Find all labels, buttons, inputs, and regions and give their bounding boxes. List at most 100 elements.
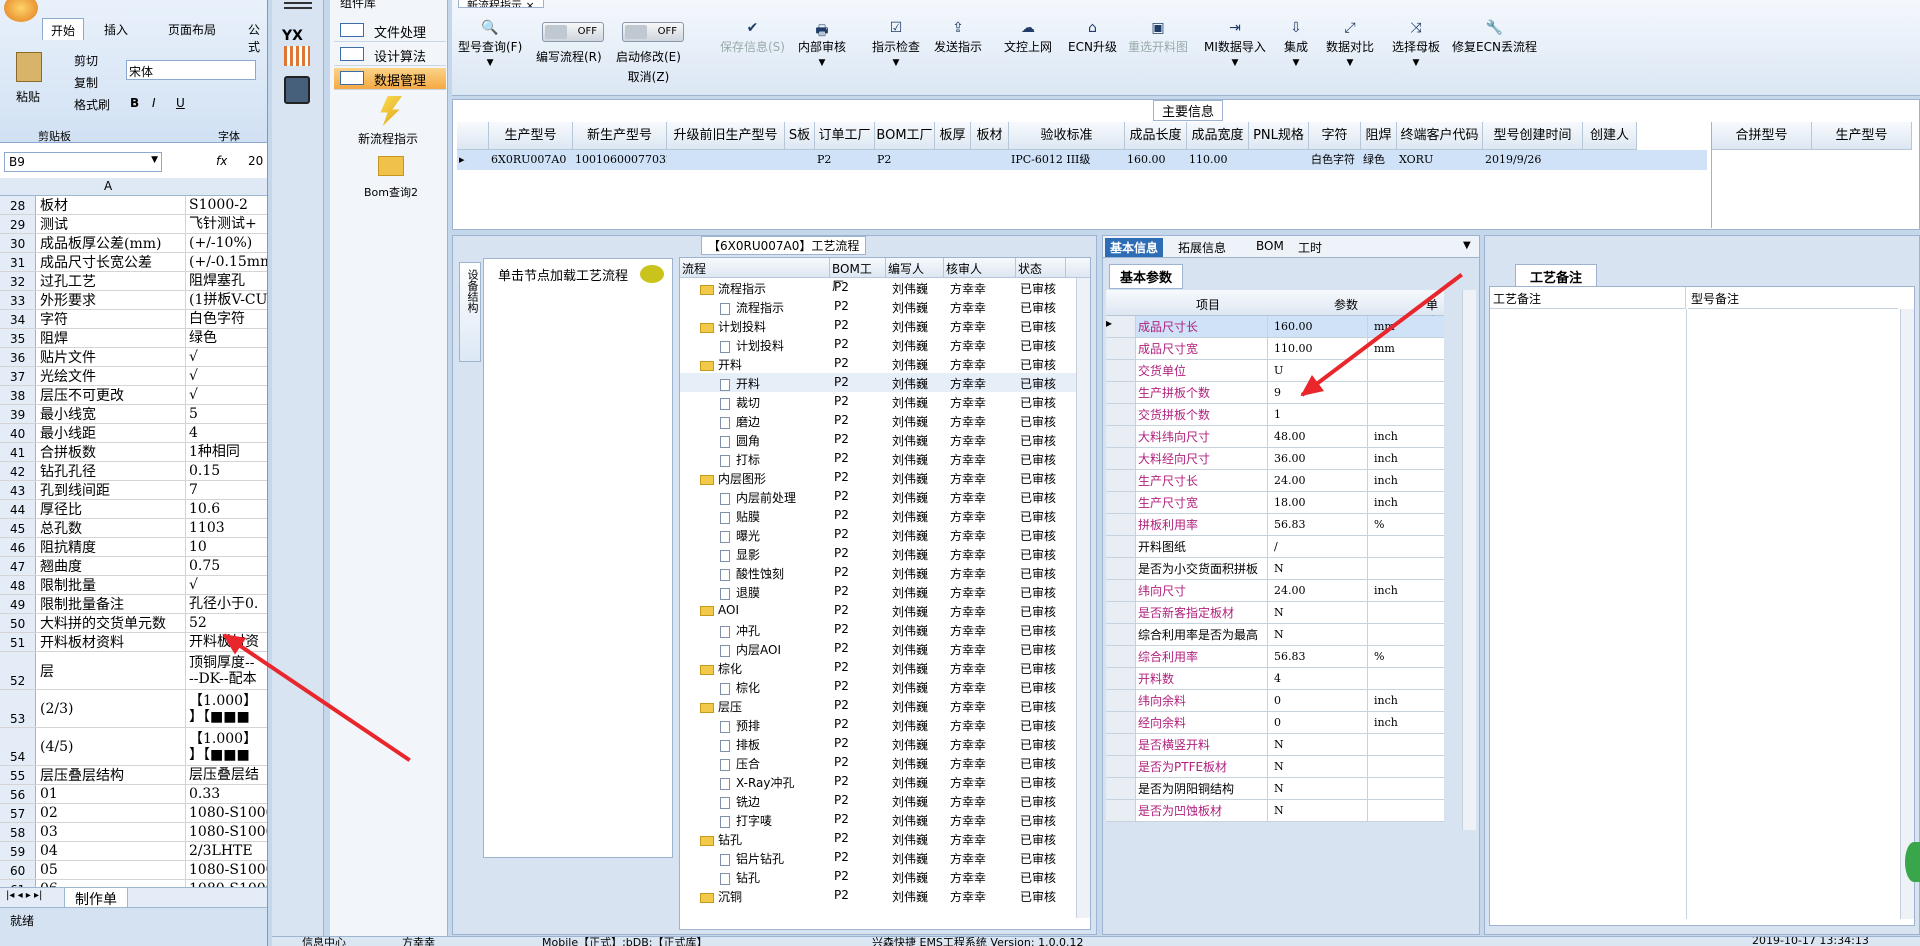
grid-cell[interactable]: 160.00 <box>1125 150 1187 170</box>
grid-header[interactable]: 成品长度 <box>1125 122 1187 150</box>
row-number[interactable]: 55 <box>0 766 36 784</box>
cell-a[interactable]: 开料板材资料 <box>38 633 186 651</box>
cell-b[interactable]: 1080-S1000 <box>188 804 267 822</box>
cell-b[interactable]: 5 <box>188 405 267 423</box>
combine-header[interactable]: 生产型号 <box>1812 122 1912 150</box>
cell-b[interactable]: 0.75 <box>188 557 267 575</box>
param-value[interactable]: 56.83 <box>1272 646 1368 667</box>
chevron-down-icon[interactable]: ▼ <box>1204 58 1266 68</box>
chevron-down-icon[interactable]: ▼ <box>1392 58 1440 68</box>
format-painter-button[interactable]: 格式刷 <box>74 96 110 113</box>
row-number[interactable]: 28 <box>0 196 36 214</box>
grid-cell[interactable] <box>1583 150 1637 170</box>
cell-b[interactable]: 飞针测试+ <box>188 215 267 233</box>
cell-b[interactable]: 0.33 <box>188 785 267 803</box>
calculator-icon[interactable] <box>284 76 310 104</box>
cell-a[interactable]: 阻焊 <box>38 329 186 347</box>
tree-header[interactable]: 核审人 <box>944 258 1016 277</box>
nav-item[interactable]: 文件处理 <box>334 20 446 42</box>
param-row[interactable]: 成品尺寸宽 110.00 mm <box>1106 338 1444 360</box>
tree-row[interactable]: AOI P2 刘伟巍 方幸幸 已审核 <box>680 601 1078 620</box>
row-number[interactable]: 59 <box>0 842 36 860</box>
grid-cell[interactable]: IPC-6012 III级 <box>1009 150 1125 170</box>
cell-b[interactable]: √ <box>188 348 267 366</box>
font-name-select[interactable]: 宋体 <box>126 60 256 80</box>
grid-header[interactable]: 字符 <box>1309 122 1361 150</box>
ribbon-tab[interactable]: 插入 <box>96 18 136 40</box>
row-number[interactable]: 38 <box>0 386 36 404</box>
grid-cell[interactable]: P2 <box>875 150 935 170</box>
tree-row[interactable]: 计划投料 P2 刘伟巍 方幸幸 已审核 <box>680 316 1078 335</box>
toolbar-button[interactable]: 🖶 内部审核 ▼ <box>798 20 846 68</box>
toolbar-button[interactable]: ⤢ 数据对比 ▼ <box>1326 20 1374 68</box>
toggle-switch[interactable]: OFF <box>542 22 604 42</box>
grid-header[interactable]: 板厚 <box>935 122 971 150</box>
param-col-header[interactable]: 参数 <box>1334 296 1358 313</box>
ribbon-tab[interactable]: 开始 <box>42 18 85 40</box>
tree-row[interactable]: 内层图形 P2 刘伟巍 方幸幸 已审核 <box>680 468 1078 487</box>
grid-header[interactable]: 终端客户代码 <box>1397 122 1483 150</box>
param-value[interactable]: 4 <box>1272 668 1368 689</box>
param-row[interactable]: 综合利用率是否为最高 N <box>1106 624 1444 646</box>
cell-b[interactable]: √ <box>188 367 267 385</box>
paste-button[interactable]: 粘贴 <box>16 88 40 105</box>
tree-row[interactable]: 铝片钻孔 P2 刘伟巍 方幸幸 已审核 <box>680 848 1078 867</box>
cell-b[interactable]: 1080-S1000 <box>188 823 267 841</box>
grid-header[interactable]: 阻焊 <box>1361 122 1397 150</box>
cell-b[interactable]: 【1.000】 】【■■■ <box>188 728 267 765</box>
cell-b[interactable]: (1拼板V-CU <box>188 291 267 309</box>
cell-b[interactable]: 白色字符 <box>188 310 267 328</box>
param-value[interactable]: 24.00 <box>1272 580 1368 601</box>
row-number[interactable]: 35 <box>0 329 36 347</box>
toolbar-button[interactable]: 启动修改(E) 取消(Z) <box>616 48 681 85</box>
param-row[interactable]: 开料数 4 <box>1106 668 1444 690</box>
column-a-header[interactable]: A <box>104 179 112 193</box>
cell-a[interactable]: 层压叠层结构 <box>38 766 186 784</box>
param-value[interactable]: N <box>1272 778 1368 799</box>
tree-row[interactable]: 棕化 P2 刘伟巍 方幸幸 已审核 <box>680 677 1078 696</box>
side-tab-structure[interactable]: 设备结构 <box>459 262 481 362</box>
nav-item[interactable]: 数据管理 <box>334 68 446 90</box>
remark-scrollbar[interactable] <box>1900 309 1914 919</box>
tree-header[interactable]: BOM工厂 <box>830 258 886 293</box>
tree-row[interactable]: 曝光 P2 刘伟巍 方幸幸 已审核 <box>680 525 1078 544</box>
cell-b[interactable]: 层压叠层结 <box>188 766 267 784</box>
cell-a[interactable]: 厚径比 <box>38 500 186 518</box>
cell-b[interactable]: (+/-10%) <box>188 234 267 252</box>
cell-a[interactable]: (2/3) <box>38 690 186 727</box>
grid-header[interactable]: 型号创建时间 <box>1483 122 1583 150</box>
param-row[interactable]: 是否为凹蚀板材 N <box>1106 800 1444 822</box>
cell-a[interactable]: 总孔数 <box>38 519 186 537</box>
param-row[interactable]: 交货拼板个数 1 <box>1106 404 1444 426</box>
tree-row[interactable]: 退膜 P2 刘伟巍 方幸幸 已审核 <box>680 582 1078 601</box>
param-row[interactable]: 纬向余料 0 inch <box>1106 690 1444 712</box>
toolbar-button[interactable]: ⇥ MI数据导入 ▼ <box>1204 20 1266 68</box>
row-number[interactable]: 54 <box>0 728 36 765</box>
cell-a[interactable]: 层 <box>38 652 186 689</box>
param-value[interactable]: N <box>1272 800 1368 821</box>
menu-icon[interactable] <box>284 2 312 4</box>
cell-a[interactable]: 过孔工艺 <box>38 272 186 290</box>
tree-row[interactable]: 圆角 P2 刘伟巍 方幸幸 已审核 <box>680 430 1078 449</box>
param-row[interactable]: 生产尺寸宽 18.00 inch <box>1106 492 1444 514</box>
toolbar-button[interactable]: ⌂ ECN升级 <box>1068 20 1117 55</box>
grid-header[interactable]: 创建人 <box>1583 122 1637 150</box>
tree-row[interactable]: 开料 P2 刘伟巍 方幸幸 已审核 <box>680 354 1078 373</box>
cell-a[interactable]: 成品板厚公差(mm) <box>38 234 186 252</box>
param-value[interactable]: 0 <box>1272 690 1368 711</box>
toolbar-button[interactable]: ⇪ 发送指示 <box>934 20 982 55</box>
lightning-icon[interactable] <box>380 96 402 126</box>
param-row[interactable]: 综合利用率 56.83% <box>1106 646 1444 668</box>
tree-row[interactable]: X-Ray冲孔 P2 刘伟巍 方幸幸 已审核 <box>680 772 1078 791</box>
cell-b[interactable]: 1103 <box>188 519 267 537</box>
cell-a[interactable]: 05 <box>38 861 186 879</box>
ribbon-tab[interactable]: 页面布局 <box>160 18 224 40</box>
grid-header[interactable]: 板材 <box>971 122 1009 150</box>
grid-cell[interactable]: 绿色 <box>1361 150 1397 170</box>
cell-b[interactable]: √ <box>188 576 267 594</box>
tree-row[interactable]: 内层前处理 P2 刘伟巍 方幸幸 已审核 <box>680 487 1078 506</box>
grid-cell[interactable]: 6X0RU007A0 <box>489 150 573 170</box>
tree-row[interactable]: 显影 P2 刘伟巍 方幸幸 已审核 <box>680 544 1078 563</box>
tree-row[interactable]: 铣边 P2 刘伟巍 方幸幸 已审核 <box>680 791 1078 810</box>
row-number[interactable]: 48 <box>0 576 36 594</box>
